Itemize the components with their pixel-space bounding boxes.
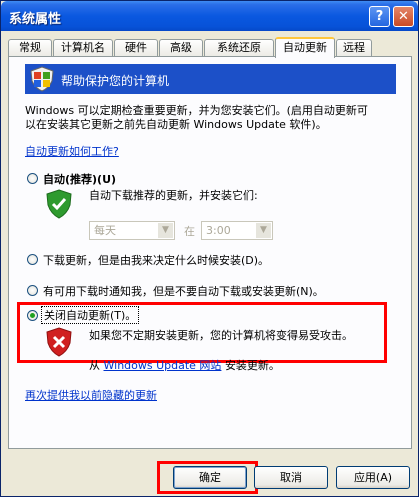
option-automatic-description: 自动下载推荐的更新，并安装它们: [89,189,258,202]
install-from-prefix: 从 [89,359,100,372]
tab-general[interactable]: 常规 [8,39,52,56]
red-shield-icon [46,327,72,357]
description-line-2: 以在安装其它更新之前先自动更新 Windows Update 软件)。 [25,118,327,131]
install-from-suffix: 安装更新。 [224,359,280,372]
how-it-works-link[interactable]: 自动更新如何工作? [25,143,119,159]
radio-notify[interactable] [27,285,38,296]
tab-system-restore[interactable]: 系统还原 [204,39,274,56]
option-notify-label[interactable]: 有可用下载时通知我，但是不要自动下载或安装更新(N)。 [43,283,324,299]
time-select-value: 3:00 [206,224,231,237]
tab-hardware[interactable]: 硬件 [114,39,158,56]
tab-computer-name[interactable]: 计算机名 [53,39,113,56]
window-title: 系统属性 [9,12,62,27]
option-automatic-label[interactable]: 自动(推荐)(U) [43,171,116,187]
at-label: 在 [184,225,195,238]
option-download-label[interactable]: 下载更新，但是由我来决定什么时候安装(D)。 [43,252,269,268]
hidden-updates-link[interactable]: 再次提供我以前隐藏的更新 [25,387,157,403]
system-properties-window: 系统属性 ? ✕ 常规 计算机名 硬件 高级 系统还原 自动更新 远程 帮助保护… [0,0,419,497]
windows-update-link[interactable]: Windows Update 网站 [104,359,222,372]
chevron-down-icon: ▼ [158,223,173,238]
apply-button[interactable]: 应用(A) [336,466,410,489]
radio-turn-off[interactable] [27,310,38,321]
install-from-text: 从 Windows Update 网站 安装更新。 [89,357,280,373]
day-select-value: 每天 [94,224,116,237]
radio-download[interactable] [27,254,38,265]
green-shield-icon [46,189,72,219]
chevron-down-icon: ▼ [256,223,271,238]
tab-advanced[interactable]: 高级 [159,39,203,56]
ok-button[interactable]: 确定 [173,466,247,489]
title-bar[interactable]: 系统属性 ? ✕ [1,1,418,31]
tab-automatic-updates[interactable]: 自动更新 [275,37,335,58]
close-button[interactable]: ✕ [393,6,414,27]
tab-remote[interactable]: 远程 [336,39,372,56]
off-warning-text: 如果您不定期安装更新，您的计算机将变得易受攻击。 [89,329,353,342]
header-title: 帮助保护您的计算机 [61,74,170,88]
help-button[interactable]: ? [369,6,390,27]
cancel-button[interactable]: 取消 [254,466,328,489]
windows-shield-icon [30,66,54,92]
header-bar: 帮助保护您的计算机 [25,64,396,94]
option-off-label[interactable]: 关闭自动更新(T)。 [41,306,140,324]
time-select[interactable]: 3:00 ▼ [201,221,273,240]
radio-automatic[interactable] [27,173,38,184]
day-select[interactable]: 每天 ▼ [89,221,175,240]
